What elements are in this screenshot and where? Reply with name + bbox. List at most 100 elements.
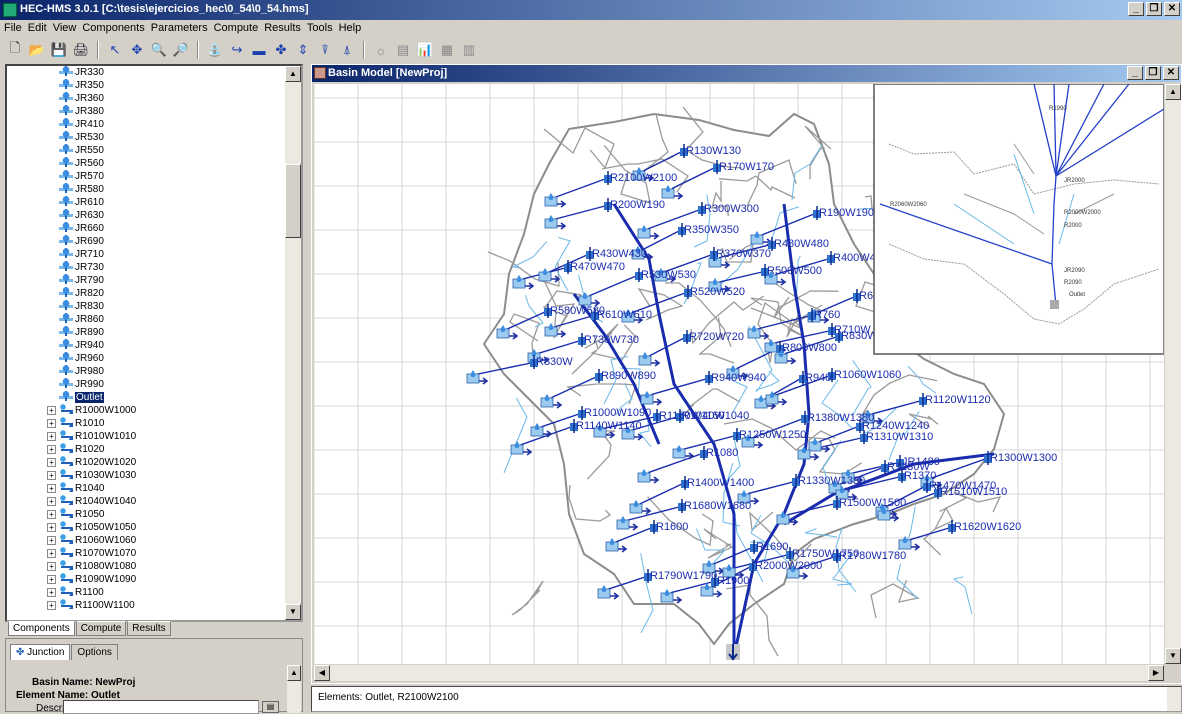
save-icon[interactable]: 💾: [50, 41, 68, 59]
tree-item-r1090w1090[interactable]: + R1090W1090: [7, 573, 289, 586]
tree-item-jr530[interactable]: JR530: [7, 131, 289, 144]
tree-item-jr660[interactable]: JR660: [7, 222, 289, 235]
basin-map-canvas[interactable]: R130W130 R2100W2100 R170W170 R200W190 R300W3…: [314, 84, 1164, 664]
new-icon[interactable]: 🗋: [6, 40, 24, 59]
close-button[interactable]: ✕: [1164, 2, 1180, 16]
tree-item-jr790[interactable]: JR790: [7, 274, 289, 287]
tree-item-jr580[interactable]: JR580: [7, 183, 289, 196]
map-horizontal-scrollbar[interactable]: ◀ ▶: [314, 665, 1164, 681]
menu-results[interactable]: Results: [264, 22, 301, 36]
tab-compute[interactable]: Compute: [75, 621, 127, 636]
tree-item-jr330[interactable]: JR330: [7, 66, 289, 79]
tree-item-r1040[interactable]: + R1040: [7, 482, 289, 495]
basin-close-button[interactable]: ✕: [1163, 66, 1179, 80]
tree-item-jr630[interactable]: JR630: [7, 209, 289, 222]
sink-tool-icon[interactable]: ⍋: [338, 41, 356, 59]
graph-icon[interactable]: 📊: [416, 41, 434, 59]
tree-item-r1040w1040[interactable]: + R1040W1040: [7, 495, 289, 508]
menu-components[interactable]: Components: [82, 22, 144, 36]
tree-item-r1010w1010[interactable]: + R1010W1010: [7, 430, 289, 443]
subbasin-element-icon[interactable]: [510, 441, 533, 456]
tree-item-jr980[interactable]: JR980: [7, 365, 289, 378]
tree-item-jr990[interactable]: JR990: [7, 378, 289, 391]
panel-splitter[interactable]: [305, 64, 310, 712]
scroll-up-arrow-icon[interactable]: ▲: [1165, 84, 1181, 100]
table-icon[interactable]: ▦: [438, 41, 456, 59]
expand-icon[interactable]: +: [47, 549, 56, 558]
expand-icon[interactable]: +: [47, 575, 56, 584]
tree-scroll-thumb[interactable]: [285, 164, 301, 238]
editor-vertical-scrollbar[interactable]: ▲: [287, 665, 301, 713]
tree-item-jr360[interactable]: JR360: [7, 92, 289, 105]
expand-icon[interactable]: +: [47, 419, 56, 428]
zoom-inset-view[interactable]: R1990 JR2000 R2060W2060 R2000W2000 R2000 JR20…: [873, 84, 1164, 355]
window-titlebar[interactable]: HEC-HMS 3.0.1 [C:\tesis\ejercicios_hec\0…: [0, 0, 1182, 20]
tree-item-r1070w1070[interactable]: + R1070W1070: [7, 547, 289, 560]
zoom-out-icon[interactable]: 🔎: [172, 41, 190, 59]
tab-components[interactable]: Components: [8, 621, 75, 636]
menu-tools[interactable]: Tools: [307, 22, 333, 36]
pan-icon[interactable]: ✥: [128, 41, 146, 59]
expand-icon[interactable]: +: [47, 588, 56, 597]
tree-item-jr820[interactable]: JR820: [7, 287, 289, 300]
expand-icon[interactable]: +: [47, 471, 56, 480]
junction-tool-icon[interactable]: ✤: [272, 41, 290, 59]
tree-item-r1060w1060[interactable]: + R1060W1060: [7, 534, 289, 547]
outlet-element-icon[interactable]: [726, 644, 740, 661]
tree-item-r1050w1050[interactable]: + R1050W1050: [7, 521, 289, 534]
basin-window-titlebar[interactable]: Basin Model [NewProj] _ ❐ ✕: [312, 65, 1181, 82]
map-vertical-scrollbar[interactable]: ▲ ▼: [1165, 84, 1181, 664]
tab-results[interactable]: Results: [127, 621, 171, 636]
tree-item-r1030w1030[interactable]: + R1030W1030: [7, 469, 289, 482]
menu-edit[interactable]: Edit: [28, 22, 47, 36]
reservoir-tool-icon[interactable]: ▬: [250, 41, 268, 59]
expand-icon[interactable]: +: [47, 432, 56, 441]
basin-minimize-button[interactable]: _: [1127, 66, 1143, 80]
expand-icon[interactable]: +: [47, 601, 56, 610]
tree-item-jr940[interactable]: JR940: [7, 339, 289, 352]
tree-item-r1080w1080[interactable]: + R1080W1080: [7, 560, 289, 573]
select-arrow-icon[interactable]: ↖: [106, 41, 124, 59]
open-icon[interactable]: 📂: [28, 41, 46, 59]
tree-item-r1020[interactable]: + R1020: [7, 443, 289, 456]
tree-item-jr550[interactable]: JR550: [7, 144, 289, 157]
scroll-up-arrow-icon[interactable]: ▲: [287, 665, 301, 681]
expand-icon[interactable]: +: [47, 523, 56, 532]
timeseries-icon[interactable]: ▥: [460, 41, 478, 59]
basin-maximize-button[interactable]: ❐: [1145, 66, 1161, 80]
subbasin-tool-icon[interactable]: ⛲: [206, 41, 224, 59]
tree-item-jr890[interactable]: JR890: [7, 326, 289, 339]
menu-view[interactable]: View: [53, 22, 77, 36]
tree-item-jr710[interactable]: JR710: [7, 248, 289, 261]
scroll-up-arrow-icon[interactable]: ▲: [285, 66, 301, 82]
scroll-right-arrow-icon[interactable]: ▶: [1148, 665, 1164, 681]
expand-icon[interactable]: +: [47, 458, 56, 467]
tree-vertical-scrollbar[interactable]: ▲ ▼: [285, 66, 301, 620]
expand-icon[interactable]: +: [47, 562, 56, 571]
scroll-down-arrow-icon[interactable]: ▼: [1165, 648, 1181, 664]
tree-item-jr690[interactable]: JR690: [7, 235, 289, 248]
tree-item-jr410[interactable]: JR410: [7, 118, 289, 131]
tree-item-jr350[interactable]: JR350: [7, 79, 289, 92]
zoom-in-icon[interactable]: 🔍: [150, 41, 168, 59]
tree-item-r1010[interactable]: + R1010: [7, 417, 289, 430]
menu-compute[interactable]: Compute: [214, 22, 259, 36]
tree-item-r1100[interactable]: + R1100: [7, 586, 289, 599]
compute-icon[interactable]: ☼: [372, 41, 390, 59]
tree-item-jr560[interactable]: JR560: [7, 157, 289, 170]
menu-file[interactable]: File: [4, 22, 22, 36]
print-icon[interactable]: 🖨: [72, 41, 90, 59]
tree-item-r1100w1100[interactable]: + R1100W1100: [7, 599, 289, 612]
expand-icon[interactable]: +: [47, 484, 56, 493]
tab-junction[interactable]: ✤ Junction: [10, 644, 71, 660]
description-editor-button[interactable]: ▤: [262, 701, 279, 713]
menu-parameters[interactable]: Parameters: [151, 22, 208, 36]
expand-icon[interactable]: +: [47, 536, 56, 545]
reach-tool-icon[interactable]: ↪: [228, 41, 246, 59]
basin-map[interactable]: R130W130 R2100W2100 R170W170 R200W190 R300W3…: [314, 84, 1164, 664]
tab-options[interactable]: Options: [71, 644, 118, 660]
diversion-tool-icon[interactable]: ⇕: [294, 41, 312, 59]
global-summary-icon[interactable]: ▤: [394, 41, 412, 59]
expand-icon[interactable]: +: [47, 510, 56, 519]
scroll-left-arrow-icon[interactable]: ◀: [314, 665, 330, 681]
